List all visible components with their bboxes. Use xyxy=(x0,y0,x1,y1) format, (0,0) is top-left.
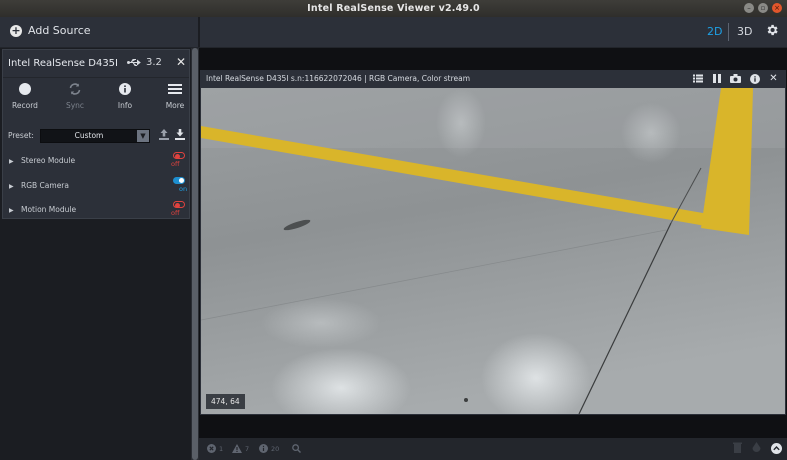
stream-header: Intel RealSense D435I s.n:116622072046 |… xyxy=(200,70,786,88)
info-icon[interactable] xyxy=(749,73,760,84)
expand-arrow-icon[interactable]: ▶ xyxy=(9,207,14,214)
info-icon xyxy=(119,83,131,95)
module-state: on xyxy=(179,185,188,193)
chevron-down-icon: ▼ xyxy=(137,130,149,142)
view-separator xyxy=(728,23,729,41)
module-name: Stereo Module xyxy=(21,156,76,165)
device-panel: Intel RealSense D435I 3.2 ✕ Record Sync xyxy=(0,48,191,460)
scrollbar-thumb[interactable] xyxy=(192,48,198,460)
preset-row: Preset: Custom ▼ xyxy=(8,129,188,143)
camera-image xyxy=(201,88,785,414)
maximize-icon[interactable]: ▫ xyxy=(758,3,768,13)
add-source-label: Add Source xyxy=(28,24,91,37)
snapshot-icon[interactable] xyxy=(730,73,741,84)
device-close-button[interactable]: ✕ xyxy=(176,55,186,69)
preset-select[interactable]: Custom ▼ xyxy=(40,129,150,143)
add-source-button[interactable]: + Add Source xyxy=(10,24,91,37)
upload-icon[interactable] xyxy=(159,129,169,140)
settings-gear-icon[interactable] xyxy=(765,23,779,37)
status-bar: 1 7 20 xyxy=(199,438,787,460)
info-icon xyxy=(259,444,268,453)
preset-value: Custom xyxy=(74,131,104,140)
sync-icon xyxy=(69,83,81,95)
toolbar-divider xyxy=(198,17,200,47)
record-label: Record xyxy=(12,101,38,110)
module-name: RGB Camera xyxy=(21,181,69,190)
close-icon[interactable]: ✕ xyxy=(768,73,779,84)
warning-icon xyxy=(232,444,242,453)
view-3d-button[interactable]: 3D xyxy=(737,25,752,38)
trash-icon[interactable] xyxy=(733,442,742,453)
warning-counter[interactable]: 7 xyxy=(232,444,249,453)
stream-controls: ✕ xyxy=(692,73,779,84)
more-button[interactable]: More xyxy=(155,80,195,110)
warning-count: 7 xyxy=(245,444,250,453)
module-toggle[interactable] xyxy=(173,201,185,208)
minimize-icon[interactable]: – xyxy=(744,3,754,13)
window-titlebar: Intel RealSense Viewer v2.49.0 – ▫ × xyxy=(0,0,787,17)
device-header: Intel RealSense D435I 3.2 ✕ xyxy=(3,50,189,78)
device-card: Intel RealSense D435I 3.2 ✕ Record Sync xyxy=(2,49,190,219)
info-button[interactable]: Info xyxy=(105,80,145,110)
drop-icon[interactable] xyxy=(752,442,761,453)
camera-frame[interactable]: 474, 64 xyxy=(201,88,785,414)
usb-version: 3.2 xyxy=(146,57,162,68)
menu-icon xyxy=(168,84,182,94)
module-stereo[interactable]: ▶ Stereo Module off xyxy=(3,152,189,174)
collapse-up-icon[interactable] xyxy=(771,443,782,454)
more-label: More xyxy=(165,101,185,110)
expand-arrow-icon[interactable]: ▶ xyxy=(9,183,14,190)
close-icon[interactable]: × xyxy=(772,3,782,13)
info-label: Info xyxy=(117,101,133,110)
download-icon[interactable] xyxy=(175,129,185,140)
error-count: 1 xyxy=(219,444,224,453)
module-toggle[interactable] xyxy=(173,152,185,159)
search-icon xyxy=(292,444,301,453)
device-name: Intel RealSense D435I xyxy=(8,58,118,69)
stream-window: Intel RealSense D435I s.n:116622072046 |… xyxy=(200,70,786,415)
panel-scrollbar[interactable] xyxy=(191,48,199,460)
info-count: 20 xyxy=(271,444,280,453)
search-button[interactable] xyxy=(292,444,301,453)
module-name: Motion Module xyxy=(21,205,77,214)
error-icon xyxy=(207,444,216,453)
sync-label: Sync xyxy=(65,101,85,110)
preset-label: Preset: xyxy=(8,131,34,140)
device-actions: Record Sync Info More xyxy=(3,80,189,118)
module-motion[interactable]: ▶ Motion Module off xyxy=(3,201,189,223)
cursor-coordinates: 474, 64 xyxy=(206,394,245,409)
window-controls: – ▫ × xyxy=(744,3,782,13)
module-state: off xyxy=(171,160,180,168)
sync-button[interactable]: Sync xyxy=(55,80,95,110)
module-state: off xyxy=(171,209,180,217)
view-2d-button[interactable]: 2D xyxy=(707,25,722,38)
pause-icon[interactable] xyxy=(711,73,722,84)
module-toggle[interactable] xyxy=(173,177,185,184)
window-title: Intel RealSense Viewer v2.49.0 xyxy=(307,3,480,14)
expand-arrow-icon[interactable]: ▶ xyxy=(9,158,14,165)
record-icon xyxy=(19,83,31,95)
info-counter[interactable]: 20 xyxy=(259,444,279,453)
stream-title: Intel RealSense D435I s.n:116622072046 |… xyxy=(206,74,471,83)
list-icon[interactable] xyxy=(692,73,703,84)
module-rgb-camera[interactable]: ▶ RGB Camera on xyxy=(3,177,189,199)
error-counter[interactable]: 1 xyxy=(207,444,223,453)
record-button[interactable]: Record xyxy=(5,80,45,110)
plus-icon: + xyxy=(10,23,22,37)
usb-indicator: 3.2 xyxy=(127,57,162,68)
usb-icon xyxy=(127,59,141,66)
top-toolbar: + Add Source 2D 3D xyxy=(0,17,787,48)
